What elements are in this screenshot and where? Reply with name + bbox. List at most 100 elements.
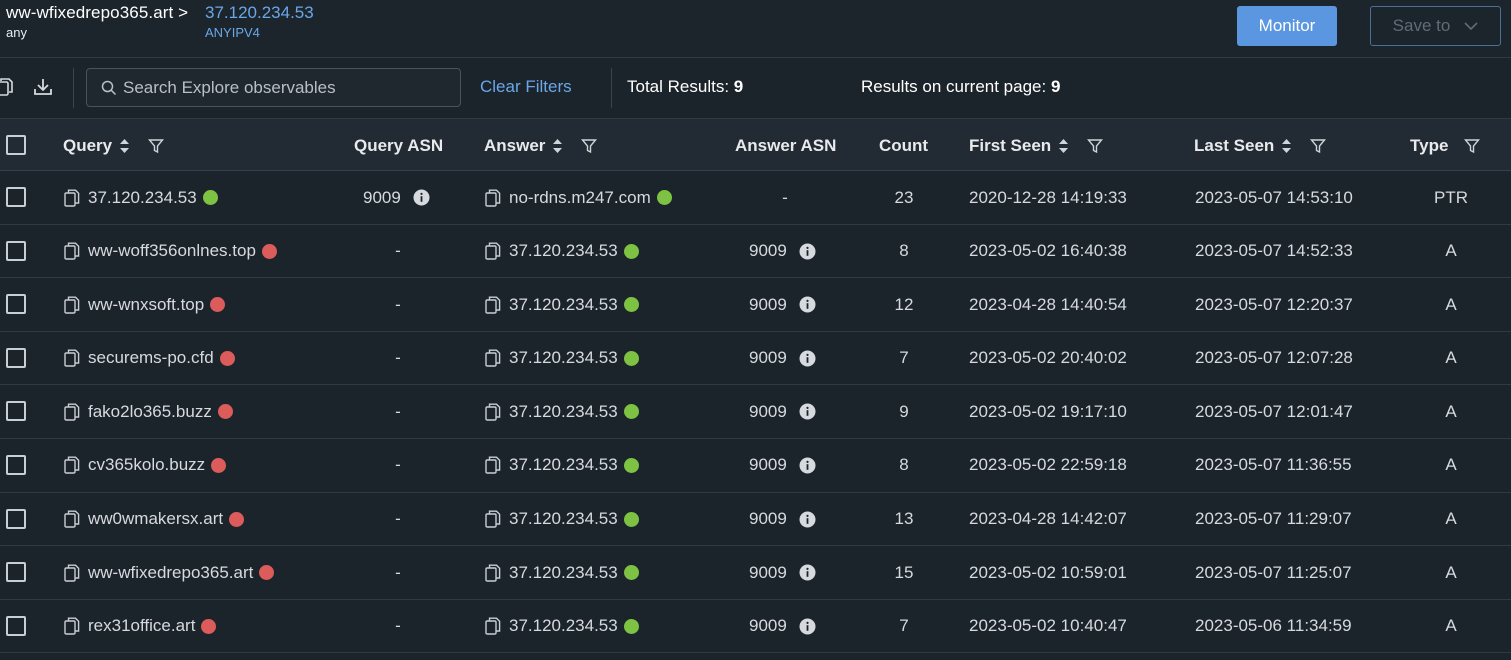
filter-icon[interactable] — [148, 138, 165, 154]
answer-value[interactable]: 37.120.234.53 — [509, 563, 618, 583]
copy-icon[interactable] — [64, 189, 80, 207]
answer-value[interactable]: 37.120.234.53 — [509, 295, 618, 315]
download-icon[interactable] — [32, 76, 54, 98]
answer-status-dot — [623, 511, 639, 527]
query-value[interactable]: ww-wnxsoft.top — [88, 295, 204, 315]
breadcrumb-sub: any — [6, 25, 27, 40]
query-cell: ww0wmakersx.art — [64, 493, 245, 546]
row-checkbox[interactable] — [6, 454, 26, 475]
row-checkbox[interactable] — [6, 347, 26, 368]
query-value[interactable]: securems-po.cfd — [88, 348, 214, 368]
sort-icon[interactable] — [1058, 138, 1069, 154]
copy-icon[interactable] — [64, 242, 80, 260]
copy-icon[interactable] — [485, 242, 501, 260]
sort-icon[interactable] — [1281, 138, 1292, 154]
info-icon[interactable] — [799, 618, 816, 635]
row-checkbox[interactable] — [6, 401, 26, 422]
count-value: 12 — [894, 294, 914, 314]
answer-value[interactable]: no-rdns.m247.com — [509, 188, 651, 208]
table-row[interactable]: ww-wfixedrepo365.art - 37.120.234.53 900… — [0, 546, 1511, 600]
copy-icon[interactable] — [485, 617, 501, 635]
answer-value[interactable]: 37.120.234.53 — [509, 509, 618, 529]
filter-icon[interactable] — [1464, 138, 1481, 154]
query-value[interactable]: fako2lo365.buzz — [88, 402, 212, 422]
row-checkbox[interactable] — [6, 240, 26, 261]
answer-value[interactable]: 37.120.234.53 — [509, 402, 618, 422]
query-value[interactable]: ww0wmakersx.art — [88, 509, 223, 529]
column-answer[interactable]: Answer — [484, 119, 598, 172]
info-icon[interactable] — [799, 403, 816, 420]
query-value[interactable]: ww-woff356onlnes.top — [88, 241, 256, 261]
answer-asn-value: - — [782, 187, 788, 207]
save-to-button[interactable]: Save to — [1370, 6, 1501, 46]
answer-value[interactable]: 37.120.234.53 — [509, 616, 618, 636]
row-checkbox[interactable] — [6, 187, 26, 207]
info-icon[interactable] — [799, 350, 816, 367]
copy-icon[interactable] — [485, 296, 501, 314]
search-box[interactable] — [86, 68, 461, 107]
copy-icon[interactable] — [485, 510, 501, 528]
sort-icon[interactable] — [552, 138, 563, 154]
copy-icon[interactable] — [64, 456, 80, 475]
info-icon[interactable] — [799, 296, 816, 313]
search-input[interactable] — [123, 77, 443, 98]
copy-icon[interactable] — [64, 296, 80, 314]
copy-icon[interactable] — [485, 456, 501, 475]
copy-icon[interactable] — [64, 349, 80, 367]
select-all-checkbox[interactable] — [6, 135, 26, 155]
query-value[interactable]: 37.120.234.53 — [88, 188, 197, 208]
table-row[interactable]: fako2lo365.buzz - 37.120.234.53 9009 9 2… — [0, 385, 1511, 439]
sort-icon[interactable] — [119, 138, 130, 154]
column-answer-asn: Answer ASN — [735, 119, 836, 172]
monitor-button[interactable]: Monitor — [1237, 6, 1337, 46]
first-seen-value: 2023-05-02 19:17:10 — [969, 401, 1127, 421]
row-checkbox[interactable] — [6, 562, 26, 583]
column-last-seen[interactable]: Last Seen — [1194, 119, 1327, 172]
copy-icon[interactable] — [64, 617, 80, 635]
table-row[interactable]: 37.120.234.53 9009 no-rdns.m247.com - 23… — [0, 171, 1511, 225]
breadcrumb-ip[interactable]: 37.120.234.53 — [205, 3, 314, 23]
column-first-seen[interactable]: First Seen — [969, 119, 1104, 172]
copy-icon[interactable] — [485, 189, 501, 207]
query-value[interactable]: rex31office.art — [88, 616, 195, 636]
info-icon[interactable] — [413, 189, 430, 206]
column-type-label: Type — [1410, 135, 1449, 155]
query-value[interactable]: ww-wfixedrepo365.art — [88, 563, 253, 583]
info-icon[interactable] — [799, 457, 816, 474]
filter-icon[interactable] — [1310, 138, 1327, 154]
row-checkbox[interactable] — [6, 294, 26, 315]
first-seen-cell: 2023-04-28 14:42:07 — [969, 493, 1127, 546]
column-query[interactable]: Query — [63, 119, 165, 172]
copy-icon[interactable] — [64, 564, 80, 582]
table-row[interactable]: securems-po.cfd - 37.120.234.53 9009 7 2… — [0, 331, 1511, 386]
answer-value[interactable]: 37.120.234.53 — [509, 241, 618, 261]
table-row[interactable]: rex31office.art - 37.120.234.53 9009 7 2… — [0, 599, 1511, 654]
copy-icon[interactable] — [485, 403, 501, 421]
answer-value[interactable]: 37.120.234.53 — [509, 455, 618, 475]
query-status-dot — [210, 297, 226, 313]
filter-icon[interactable] — [1087, 138, 1104, 154]
table-row[interactable]: ww-wnxsoft.top - 37.120.234.53 9009 12 2… — [0, 278, 1511, 332]
table-row[interactable]: ww-woff356onlnes.top - 37.120.234.53 900… — [0, 224, 1511, 279]
copy-icon[interactable] — [64, 510, 80, 528]
filter-icon[interactable] — [581, 138, 598, 154]
copy-icon[interactable] — [64, 403, 80, 421]
row-checkbox[interactable] — [6, 615, 26, 636]
info-icon[interactable] — [799, 564, 816, 581]
info-icon[interactable] — [799, 511, 816, 528]
breadcrumb-domain[interactable]: ww-wfixedrepo365.art > — [6, 3, 188, 23]
copy-icon[interactable] — [0, 76, 16, 98]
table-row[interactable]: ww0wmakersx.art - 37.120.234.53 9009 13 … — [0, 492, 1511, 547]
row-checkbox[interactable] — [6, 508, 26, 529]
clear-filters-link[interactable]: Clear Filters — [480, 77, 572, 97]
table-row[interactable]: cv365kolo.buzz - 37.120.234.53 9009 8 20… — [0, 438, 1511, 493]
last-seen-cell: 2023-05-07 14:52:33 — [1195, 225, 1353, 278]
column-type[interactable]: Type — [1410, 119, 1481, 172]
copy-icon[interactable] — [485, 564, 501, 582]
query-asn-cell: - — [358, 332, 438, 385]
answer-value[interactable]: 37.120.234.53 — [509, 348, 618, 368]
query-value[interactable]: cv365kolo.buzz — [88, 455, 205, 475]
first-seen-cell: 2023-05-02 10:40:47 — [969, 600, 1127, 653]
copy-icon[interactable] — [485, 349, 501, 367]
info-icon[interactable] — [799, 243, 816, 260]
